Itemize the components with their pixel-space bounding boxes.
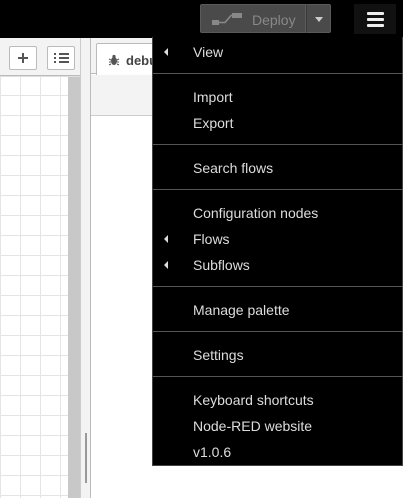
menu-item-flows[interactable]: Flows — [153, 226, 403, 252]
add-flow-button[interactable] — [9, 46, 37, 70]
deploy-icon — [212, 13, 242, 25]
menu-item-label: Subflows — [193, 257, 250, 273]
deploy-label: Deploy — [252, 12, 296, 28]
menu-item-label: Import — [193, 89, 233, 105]
caret-down-icon — [315, 17, 323, 22]
menu-item-label: Manage palette — [193, 302, 290, 318]
menu-item-configuration-nodes[interactable]: Configuration nodes — [153, 200, 403, 226]
flow-canvas[interactable] — [0, 77, 68, 498]
menu-item-label: Export — [193, 115, 234, 131]
submenu-arrow-icon — [164, 261, 168, 269]
menu-item-label: Configuration nodes — [193, 205, 319, 221]
menu-item-import[interactable]: Import — [153, 84, 403, 110]
submenu-arrow-icon — [164, 48, 168, 56]
menu-item-version[interactable]: v1.0.6 — [153, 439, 403, 465]
menu-divider — [153, 286, 403, 287]
sidebar-separator[interactable] — [80, 38, 90, 498]
menu-item-manage-palette[interactable]: Manage palette — [153, 297, 403, 323]
menu-item-search-flows[interactable]: Search flows — [153, 155, 403, 181]
menu-item-label: Node-RED website — [193, 418, 313, 434]
menu-divider — [153, 331, 403, 332]
bug-icon — [108, 54, 120, 66]
menu-item-keyboard-shortcuts[interactable]: Keyboard shortcuts — [153, 387, 403, 413]
menu-item-settings[interactable]: Settings — [153, 342, 403, 368]
menu-item-label: v1.0.6 — [193, 444, 232, 460]
separator-handle[interactable] — [85, 433, 87, 483]
menu-divider — [153, 73, 403, 74]
menu-item-label: Search flows — [193, 160, 274, 176]
deploy-button[interactable]: Deploy — [200, 4, 306, 33]
workspace — [0, 38, 85, 498]
menu-item-label: View — [193, 44, 224, 60]
menu-item-subflows[interactable]: Subflows — [153, 252, 403, 278]
menu-divider — [153, 376, 403, 377]
menu-item-label: Flows — [193, 231, 230, 247]
list-flows-button[interactable] — [47, 46, 75, 70]
menu-item-label: Settings — [193, 347, 244, 363]
deploy-options-button[interactable] — [306, 4, 331, 33]
menu-item-label: Keyboard shortcuts — [193, 392, 314, 408]
menu-divider — [153, 144, 403, 145]
menu-item-view[interactable]: View — [153, 39, 403, 65]
canvas-scrollbar[interactable] — [68, 77, 80, 498]
header-bar: Deploy — [0, 0, 403, 38]
main-menu-dropdown: View Import Export Search flows Configur… — [152, 37, 403, 466]
submenu-arrow-icon — [164, 235, 168, 243]
menu-item-export[interactable]: Export — [153, 110, 403, 136]
main-menu-button[interactable] — [354, 4, 396, 34]
menu-item-node-red-website[interactable]: Node-RED website — [153, 413, 403, 439]
menu-divider — [153, 189, 403, 190]
workspace-tab-strip — [0, 38, 85, 76]
